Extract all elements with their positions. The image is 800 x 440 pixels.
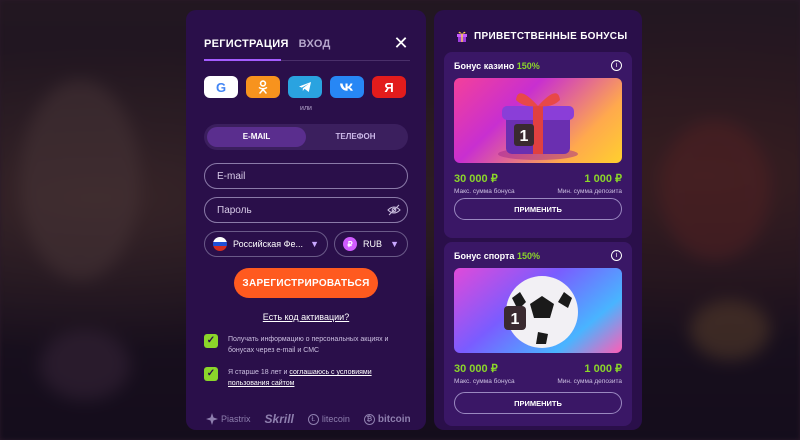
tab-register[interactable]: РЕГИСТРАЦИЯ (204, 38, 289, 50)
skrill-logo: Skrill (264, 412, 294, 426)
google-icon: G (215, 79, 227, 95)
consent-promo-row: ✓ Получать информацию о персональных акц… (204, 334, 408, 356)
tab-underline (204, 59, 410, 61)
sport-bonus-heading: Бонус спорта 150% (454, 251, 540, 261)
russia-flag-icon (213, 237, 227, 251)
casino-bonus-card: Бонус казино 150% i 1 30 000 ₽ 1 000 ₽ М… (444, 52, 632, 238)
sport-min-deposit: 1 000 ₽ (584, 363, 622, 375)
svg-text:1: 1 (520, 128, 529, 145)
country-value: Российская Фе... (233, 239, 304, 249)
bitcoin-icon: ₿ (363, 413, 375, 425)
sport-amount-labels: Макс. сумма бонуса Мин. сумма депозита (454, 378, 622, 385)
casino-gift-image: 1 (454, 78, 622, 163)
register-button[interactable]: ЗАРЕГИСТРИРОВАТЬСЯ (234, 268, 378, 298)
registration-modal: РЕГИСТРАЦИЯ ВХОД ✕ G Я или E-MAIL ТЕЛЕФО… (186, 10, 426, 430)
gift-box-illustration: 1 (498, 93, 578, 160)
mode-phone-toggle[interactable]: ТЕЛЕФОН (306, 127, 405, 147)
svg-text:1: 1 (511, 311, 520, 328)
odnoklassniki-login-button[interactable] (246, 76, 280, 98)
auth-tabs: РЕГИСТРАЦИЯ ВХОД (204, 38, 331, 50)
currency-value: RUB (363, 239, 383, 249)
email-field[interactable] (204, 163, 408, 189)
odnoklassniki-icon (258, 80, 268, 94)
bitcoin-logo: ₿ bitcoin (363, 413, 411, 425)
consent-age-label: Я старше 18 лет и соглашаюсь с условиями… (228, 369, 372, 387)
casino-amount-labels: Макс. сумма бонуса Мин. сумма депозита (454, 188, 622, 195)
google-login-button[interactable]: G (204, 76, 238, 98)
casino-min-deposit: 1 000 ₽ (584, 173, 622, 185)
info-icon[interactable]: i (611, 250, 622, 261)
chevron-down-icon: ▼ (310, 239, 319, 249)
mode-email-toggle[interactable]: E-MAIL (207, 127, 306, 147)
sport-apply-button[interactable]: ПРИМЕНИТЬ (454, 392, 622, 414)
sport-ball-image: 1 (454, 268, 622, 353)
telegram-login-button[interactable] (288, 76, 322, 98)
password-field[interactable] (204, 197, 408, 223)
close-icon[interactable]: ✕ (392, 34, 410, 52)
currency-select[interactable]: ₽ RUB ▼ (334, 231, 408, 257)
promo-code-link[interactable]: Есть код активации? (186, 312, 426, 322)
litecoin-icon: Ł (307, 413, 319, 425)
yandex-icon: Я (384, 79, 394, 95)
bonuses-title: ПРИВЕТСТВЕННЫЕ БОНУСЫ (456, 30, 627, 42)
consent-age-row: ✓ Я старше 18 лет и соглашаюсь с условия… (204, 367, 408, 389)
ruble-icon: ₽ (343, 237, 357, 251)
consent-promo-label: Получать информацию о персональных акция… (228, 336, 389, 354)
casino-apply-button[interactable]: ПРИМЕНИТЬ (454, 198, 622, 220)
casino-amounts: 30 000 ₽ 1 000 ₽ (454, 172, 622, 185)
gift-icon (457, 31, 467, 42)
info-icon[interactable]: i (611, 60, 622, 71)
casino-max-bonus: 30 000 ₽ (454, 173, 498, 185)
casino-bonus-heading: Бонус казино 150% (454, 61, 540, 71)
sport-max-bonus: 30 000 ₽ (454, 363, 498, 375)
welcome-bonuses-panel: ПРИВЕТСТВЕННЫЕ БОНУСЫ Бонус казино 150% … (434, 10, 642, 430)
piastrix-logo: Piastrix (206, 413, 251, 425)
consent-age-checkbox[interactable]: ✓ (204, 367, 218, 381)
tab-login[interactable]: ВХОД (299, 38, 331, 50)
soccer-ball-illustration: 1 (504, 276, 578, 348)
sport-amounts: 30 000 ₽ 1 000 ₽ (454, 362, 622, 375)
social-login-row: G Я (204, 76, 406, 98)
sport-bonus-card: Бонус спорта 150% i 1 30 000 ₽ 1 000 ₽ М… (444, 242, 632, 426)
telegram-icon (299, 82, 311, 92)
country-select[interactable]: Российская Фе... ▼ (204, 231, 328, 257)
vk-icon (340, 83, 353, 91)
litecoin-logo: Łlitecoin (307, 413, 350, 425)
chevron-down-icon: ▼ (390, 239, 399, 249)
consent-promo-checkbox[interactable]: ✓ (204, 334, 218, 348)
piastrix-icon (206, 413, 218, 425)
registration-mode-switch: E-MAIL ТЕЛЕФОН (204, 124, 408, 150)
vk-login-button[interactable] (330, 76, 364, 98)
yandex-login-button[interactable]: Я (372, 76, 406, 98)
payment-logos: Piastrix Skrill Łlitecoin ₿ bitcoin (206, 412, 411, 426)
or-divider: или (300, 105, 312, 112)
password-visibility-icon[interactable] (387, 204, 401, 216)
